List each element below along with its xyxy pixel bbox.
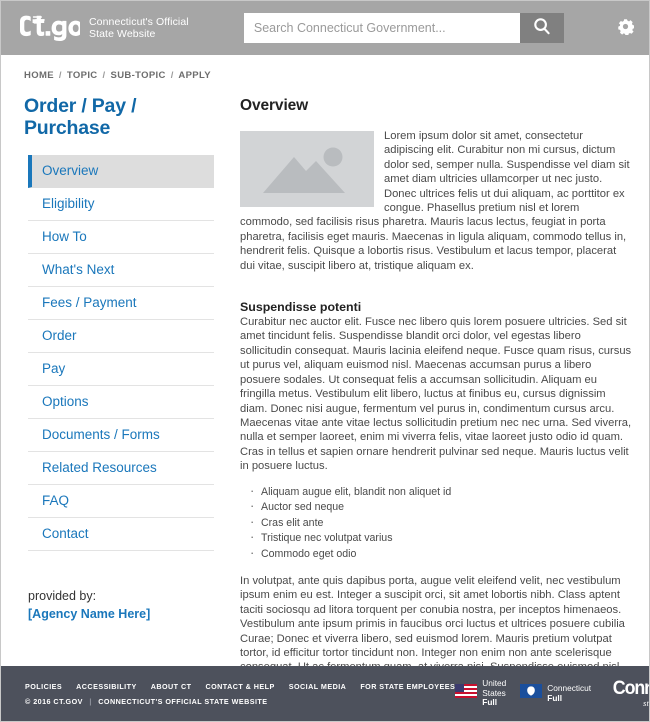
sidebar-item-order[interactable]: Order [28,320,214,353]
sidebar: Order / Pay / Purchase Overview Eligibil… [24,95,220,700]
sidebar-item-how-to[interactable]: How To [28,221,214,254]
footer-link-contact-help[interactable]: CONTACT & HELP [205,682,274,691]
list-item: Aliquam augue elit, blandit non aliquet … [250,483,632,501]
ct-flag-icon [520,684,543,703]
page-root: Connecticut's Official State Website Sea… [0,0,650,722]
sidebar-item-faq[interactable]: FAQ [28,485,214,518]
flag-status: Full [482,697,498,708]
breadcrumb-separator: / [58,70,62,81]
provided-by-label: provided by: [28,589,97,603]
site-footer: POLICIES ACCESSIBILITY ABOUT CT CONTACT … [1,666,650,721]
footer-copyright-row: © 2016 CT.GOV | CONNECTICUT'S OFFICIAL S… [25,697,455,706]
list-item: Commodo eget odio [250,545,632,563]
content-heading: Overview [240,97,309,114]
search-box [243,12,564,43]
search-button[interactable] [519,12,564,43]
intro-block: Lorem ipsum dolor sit amet, consectetur … [240,129,632,284]
breadcrumb-item-sub-topic[interactable]: SUB-TOPIC [111,70,166,81]
flag-item-united-states[interactable]: United States Full [455,670,506,718]
us-flag-icon [455,684,478,703]
brand-tagline: Connecticut's Official State Website [89,15,189,41]
state-logo-slogan: still revolutionary [643,698,650,708]
sidebar-item-options[interactable]: Options [28,386,214,419]
magnifier-icon [533,17,551,38]
gear-icon [617,18,635,38]
footer-tagline: CONNECTICUT'S OFFICIAL STATE WEBSITE [98,696,268,706]
page-title: Order / Pay / Purchase [24,95,137,139]
brand-block[interactable]: Connecticut's Official State Website [18,15,189,41]
footer-link-for-state-employees[interactable]: FOR STATE EMPLOYEES [360,682,455,691]
flag-item-connecticut[interactable]: Connecticut Full [520,675,591,713]
site-header: Connecticut's Official State Website [0,0,650,56]
main-content: Overview Lorem ipsum dolor sit amet, con… [220,95,632,700]
footer-link-accessibility[interactable]: ACCESSIBILITY [76,682,137,691]
breadcrumb-separator: / [170,70,174,81]
flag-label-united-states: United States Full [482,670,506,718]
sidebar-item-fees-payment[interactable]: Fees / Payment [28,287,214,320]
search-input[interactable] [243,12,520,43]
footer-copyright: © 2016 CT.GOV [25,696,83,706]
connecticut-state-logo[interactable]: Connecticut still revolutionary [607,679,650,708]
breadcrumb: HOME / TOPIC / SUB-TOPIC / APPLY [0,56,650,81]
state-logo-word: Connecticut [612,677,650,699]
section-paragraph: Curabitur nec auctor elit. Fusce nec lib… [240,316,632,473]
breadcrumb-separator: / [102,70,106,81]
footer-link-about-ct[interactable]: ABOUT CT [151,682,192,691]
ctgov-logo-icon[interactable] [18,15,83,41]
sidebar-item-eligibility[interactable]: Eligibility [28,188,214,221]
footer-link-social-media[interactable]: SOCIAL MEDIA [289,682,347,691]
content-wrap: Order / Pay / Purchase Overview Eligibil… [0,81,650,700]
breadcrumb-item-apply[interactable]: APPLY [178,70,211,81]
footer-left: POLICIES ACCESSIBILITY ABOUT CT CONTACT … [25,682,455,706]
agency-name-link[interactable]: [Agency Name Here] [28,605,220,623]
footer-links: POLICIES ACCESSIBILITY ABOUT CT CONTACT … [25,682,455,691]
sidebar-item-overview[interactable]: Overview [28,155,214,188]
flag-name: Connecticut [547,683,592,693]
flag-label-connecticut: Connecticut Full [547,675,591,713]
sidebar-item-related-resources[interactable]: Related Resources [28,452,214,485]
image-placeholder-icon [240,131,374,207]
list-item: Cras elit ante [250,514,632,532]
list-item: Tristique nec volutpat varius [250,529,632,547]
settings-button[interactable] [617,18,635,38]
flag-status: Full [547,692,562,703]
sidebar-item-contact[interactable]: Contact [28,518,214,551]
footer-link-policies[interactable]: POLICIES [25,682,62,691]
footer-divider: | [89,696,92,706]
provided-by-block: provided by: [Agency Name Here] [28,587,220,623]
sidebar-item-whats-next[interactable]: What's Next [28,254,214,287]
feature-list: Aliquam augue elit, blandit non aliquet … [240,483,632,563]
section-heading: Suspendisse potenti [240,300,362,315]
footer-right: United States Full Connecticut Full Con [455,670,650,718]
breadcrumb-item-home[interactable]: HOME [24,70,54,81]
sidebar-item-documents-forms[interactable]: Documents / Forms [28,419,214,452]
list-item: Auctor sed neque [250,498,632,516]
search-area [189,12,599,43]
sidebar-item-pay[interactable]: Pay [28,353,214,386]
flag-name: United States [482,678,507,698]
breadcrumb-item-topic[interactable]: TOPIC [67,70,98,81]
sidebar-nav: Overview Eligibility How To What's Next … [28,155,214,551]
